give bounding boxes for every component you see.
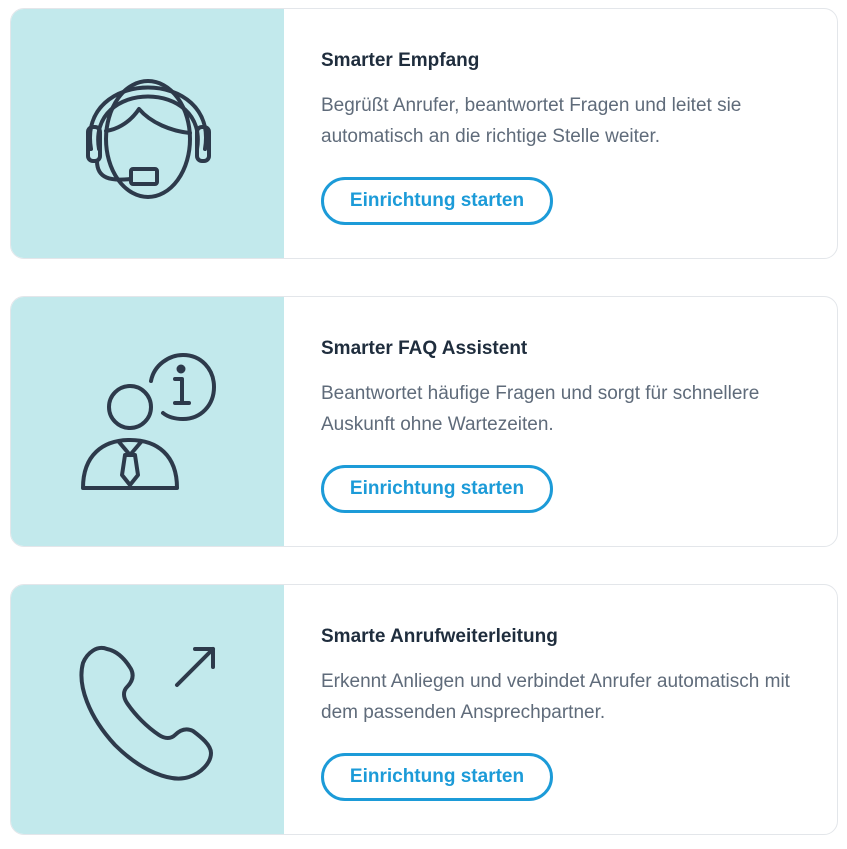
card-description: Beantwortet häufige Fragen und sorgt für… <box>321 383 760 435</box>
feature-card-smarte-anrufweiterleitung: Smarte Anrufweiterleitung Erkennt Anlieg… <box>10 584 838 835</box>
phone-forward-icon <box>79 646 215 781</box>
start-setup-button[interactable]: Einrichtung starten <box>321 177 553 225</box>
card-content: Smarter FAQ Assistent Beantwortet häufig… <box>321 297 817 546</box>
start-setup-button[interactable]: Einrichtung starten <box>321 753 553 801</box>
card-title: Smarter FAQ Assistent <box>321 338 528 359</box>
start-setup-button[interactable]: Einrichtung starten <box>321 465 553 513</box>
card-description: Begrüßt Anrufer, beantwortet Fragen und … <box>321 95 742 147</box>
feature-card-smarter-empfang: Smarter Empfang Begrüßt Anrufer, beantwo… <box>10 8 838 259</box>
icon-panel <box>11 585 284 834</box>
icon-panel <box>11 9 284 258</box>
icon-panel <box>11 297 284 546</box>
card-title: Smarter Empfang <box>321 50 480 71</box>
person-info-icon <box>81 353 216 490</box>
card-description: Erkennt Anliegen und verbindet Anrufer a… <box>321 671 790 723</box>
card-content: Smarte Anrufweiterleitung Erkennt Anlieg… <box>321 585 817 834</box>
feature-card-smarter-faq-assistent: Smarter FAQ Assistent Beantwortet häufig… <box>10 296 838 547</box>
card-content: Smarter Empfang Begrüßt Anrufer, beantwo… <box>321 9 817 258</box>
headset-agent-icon <box>86 79 211 199</box>
card-title: Smarte Anrufweiterleitung <box>321 626 558 647</box>
